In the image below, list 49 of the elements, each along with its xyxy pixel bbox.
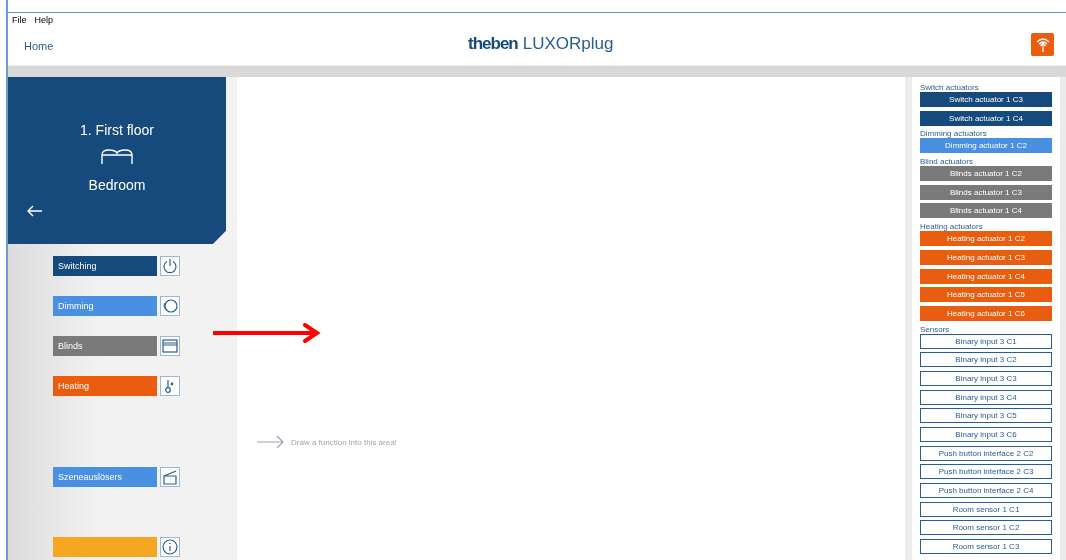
function-tile[interactable]: Blinds	[53, 336, 157, 356]
device-item[interactable]: Blinds actuator 1 C3	[920, 184, 1052, 200]
blinds-icon	[161, 337, 179, 355]
device-item[interactable]: Heating actuator 1 C2	[920, 231, 1052, 247]
device-item[interactable]: Room sensor 1 C2	[920, 520, 1052, 536]
group-title: Dimming actuators	[920, 129, 988, 139]
device-item[interactable]: Heating actuator 1 C3	[920, 249, 1052, 265]
function-tile[interactable]: Switching	[53, 256, 157, 276]
device-item[interactable]: Room sensor 1 C3	[920, 539, 1052, 555]
device-item[interactable]: Binary input 3 C6	[920, 427, 1052, 442]
device-item[interactable]: Push button interface 2 C3	[920, 464, 1052, 480]
device-item[interactable]: Push button interface 2 C4	[920, 483, 1052, 499]
device-item[interactable]: Heating actuator 1 C4	[920, 268, 1052, 284]
device-item[interactable]: Push button interface 2 C2	[920, 445, 1052, 461]
device-item[interactable]: Switch actuator 1 C3	[920, 92, 1052, 107]
room-name: Bedroom	[88, 177, 146, 193]
device-item[interactable]: Binary input 3 C1	[920, 333, 1052, 349]
bed-icon	[101, 149, 133, 165]
product-name: LUXORplug	[522, 34, 614, 54]
device-item[interactable]: Blinds actuator 1 C4	[920, 203, 1052, 219]
floor-title: 1. First floor	[80, 122, 154, 138]
group-title: Heating actuators	[920, 222, 984, 232]
menu-item[interactable]: File	[12, 14, 27, 25]
arrow-icon	[257, 435, 285, 449]
menu-item[interactable]: Help	[34, 14, 54, 25]
power-icon	[161, 257, 179, 275]
connection-button[interactable]	[1031, 33, 1054, 56]
brand-logo: theben	[468, 34, 518, 54]
group-title: Switch actuators	[920, 83, 980, 92]
function-tile[interactable]: Heating	[53, 376, 157, 396]
group-title: Sensors	[920, 324, 951, 334]
back-arrow-icon[interactable]	[27, 205, 43, 217]
scene-icon	[161, 468, 179, 486]
signal-icon	[1035, 36, 1050, 53]
home-link[interactable]: Home	[24, 39, 54, 52]
device-item[interactable]: Binary input 3 C2	[920, 352, 1052, 368]
device-item[interactable]: Binary input 3 C3	[920, 370, 1052, 386]
device-item[interactable]: Room sensor 1 C1	[920, 501, 1052, 517]
dimmer-icon	[161, 297, 179, 315]
function-tile[interactable]	[53, 537, 157, 557]
device-item[interactable]: Heating actuator 1 C5	[920, 287, 1052, 303]
device-item[interactable]: Switch actuator 1 C4	[920, 110, 1052, 126]
device-item[interactable]: Binary input 3 C5	[920, 408, 1052, 424]
device-item[interactable]: Heating actuator 1 C6	[920, 305, 1052, 321]
device-item[interactable]: Blinds actuator 1 C2	[920, 166, 1052, 182]
device-item[interactable]: Binary input 3 C4	[920, 389, 1052, 405]
group-title: Blind actuators	[920, 157, 974, 167]
info-icon	[161, 538, 179, 556]
canvas-hint: Draw a function into this area!	[291, 437, 397, 447]
